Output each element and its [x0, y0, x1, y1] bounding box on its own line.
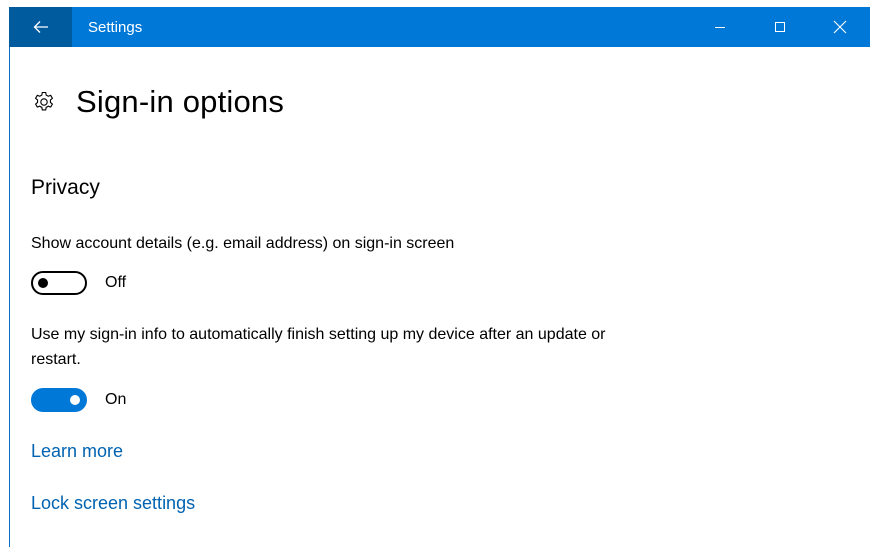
toggle-state-label: Off	[105, 274, 127, 291]
window-left-border	[9, 45, 10, 547]
minimize-icon	[714, 21, 726, 33]
toggle-knob	[38, 278, 48, 288]
minimize-button[interactable]	[690, 7, 750, 47]
show-account-details-setting: Off	[31, 271, 126, 295]
lock-screen-settings-link[interactable]: Lock screen settings	[31, 493, 195, 514]
settings-window: Settings Sign-in options Privacy Show ac…	[0, 0, 870, 547]
privacy-section-title: Privacy	[31, 176, 100, 199]
title-bar: Settings	[9, 7, 870, 47]
page-header: Sign-in options	[32, 80, 284, 124]
toggle-state-label: On	[105, 391, 127, 408]
learn-more-link[interactable]: Learn more	[31, 441, 123, 462]
close-button[interactable]	[810, 7, 870, 47]
toggle-knob	[70, 395, 80, 405]
back-button[interactable]	[9, 7, 72, 47]
maximize-icon	[774, 21, 786, 33]
maximize-button[interactable]	[750, 7, 810, 47]
gear-icon	[32, 90, 56, 114]
show-account-details-toggle[interactable]	[31, 271, 87, 295]
use-sign-in-info-toggle[interactable]	[31, 388, 87, 412]
use-sign-in-info-label: Use my sign-in info to automatically fin…	[31, 326, 606, 368]
arrow-left-icon	[33, 20, 49, 34]
close-icon	[833, 20, 847, 34]
page-title: Sign-in options	[76, 84, 285, 119]
show-account-details-label: Show account details (e.g. email address…	[31, 235, 455, 252]
window-title: Settings	[88, 18, 143, 36]
use-sign-in-info-setting: On	[31, 388, 126, 412]
